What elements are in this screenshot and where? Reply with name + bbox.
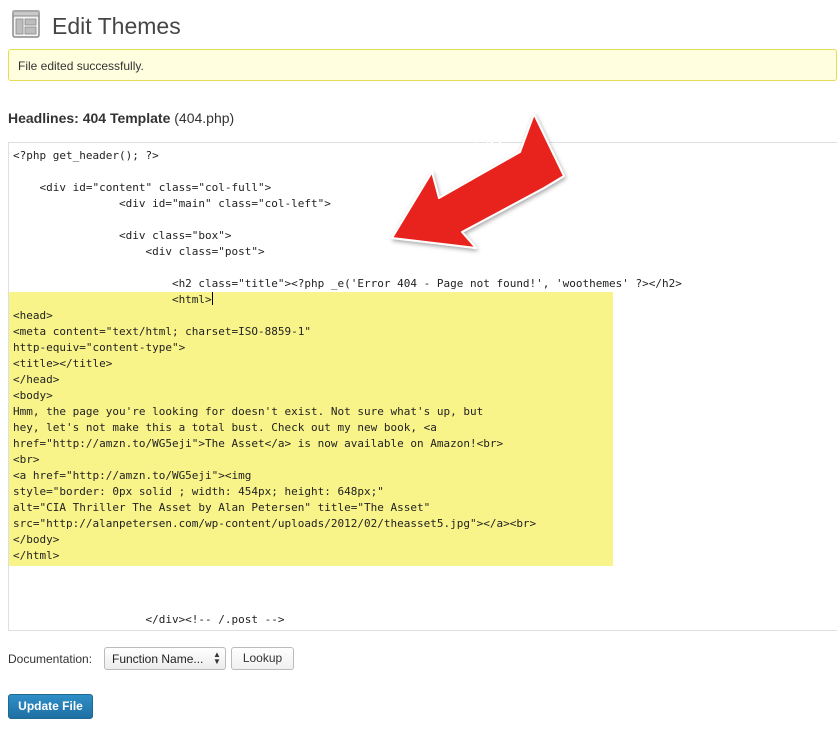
code-line: <h2 class="title"><?php _e('Error 404 - … [13, 277, 682, 290]
success-notice: File edited successfully. [8, 49, 837, 81]
code-line: </head> [13, 373, 60, 386]
code-line: </body> [13, 533, 60, 546]
code-line: style="border: 0px solid ; width: 454px;… [13, 485, 384, 498]
code-line: </html> [13, 549, 60, 562]
code-line: <meta content="text/html; charset=ISO-88… [13, 325, 312, 338]
code-line: <div id="content" class="col-full"> [13, 181, 272, 194]
code-content[interactable]: <?php get_header(); ?> <div id="content"… [13, 148, 682, 630]
file-heading: Headlines: 404 Template (404.php) [8, 110, 234, 126]
function-name-select-value: Function Name... [112, 652, 204, 666]
code-line: <title></title> [13, 357, 113, 370]
code-line: alt="CIA Thriller The Asset by Alan Pete… [13, 501, 431, 514]
text-cursor [211, 292, 213, 305]
code-line: <div class="box"> [13, 229, 232, 242]
code-line: </div><!-- /.post --> [13, 613, 285, 626]
file-path: (404.php) [174, 110, 235, 126]
code-line: href="http://amzn.to/WG5eji">The Asset</… [13, 437, 504, 450]
code-line: <div class="post"> [13, 245, 265, 258]
code-line: <div id="main" class="col-left"> [13, 197, 331, 210]
code-line: <br> [13, 453, 40, 466]
theme-file-name: Headlines: 404 Template [8, 110, 171, 126]
documentation-label: Documentation: [8, 652, 93, 666]
edit-here-arrow-icon [391, 113, 565, 249]
page-title: Edit Themes [52, 13, 181, 39]
code-line: <html> [13, 292, 213, 306]
notice-message: File edited successfully. [18, 59, 144, 73]
code-line: <body> [13, 389, 53, 402]
code-line: <head> [13, 309, 53, 322]
appearance-icon [12, 10, 40, 38]
update-file-button[interactable]: Update File [8, 694, 93, 719]
function-name-select[interactable]: Function Name... ▲ ▼ [104, 647, 226, 670]
select-arrows-icon: ▲ ▼ [213, 650, 221, 666]
code-line: http-equiv="content-type"> [13, 341, 186, 354]
code-line: hey, let's not make this a total bust. C… [13, 421, 437, 434]
code-line: <a href="http://amzn.to/WG5eji"><img [13, 469, 252, 482]
code-line: Hmm, the page you're looking for doesn't… [13, 405, 484, 418]
code-line: src="http://alanpetersen.com/wp-content/… [13, 517, 537, 530]
code-line: <?php get_header(); ?> [13, 149, 159, 162]
lookup-button[interactable]: Lookup [231, 647, 294, 670]
